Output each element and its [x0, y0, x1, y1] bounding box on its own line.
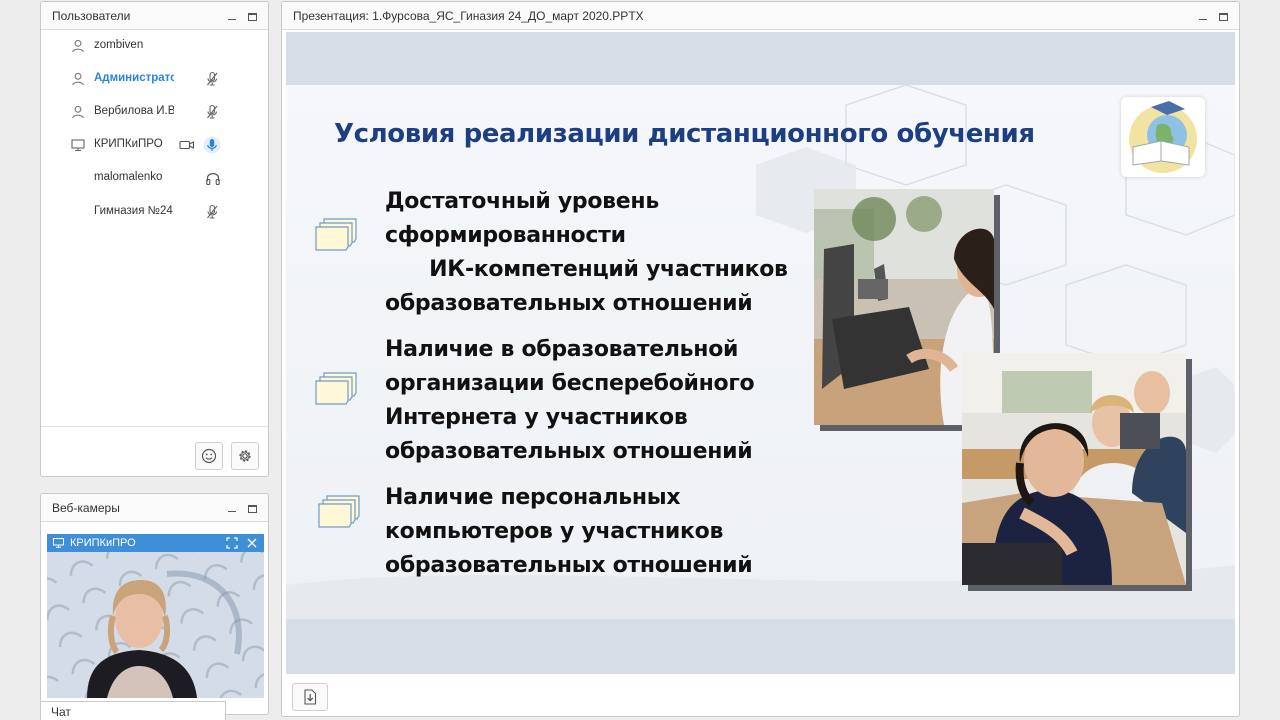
maximize-button[interactable]	[246, 502, 258, 514]
webcam-frame	[47, 534, 264, 698]
minimize-button[interactable]	[226, 10, 238, 22]
minimize-icon	[228, 18, 236, 20]
bullet-cards-icon	[315, 218, 357, 251]
chat-tab-label: Чат	[51, 705, 71, 719]
screen-icon	[53, 538, 64, 548]
bullet-text: Наличие в образовательной организации бе…	[385, 333, 825, 469]
camera-icon[interactable]	[179, 139, 195, 151]
user-name: Вербилова И.В	[94, 105, 174, 117]
bullet-line: Наличие персональных	[385, 485, 681, 510]
maximize-icon	[247, 12, 257, 21]
download-button[interactable]	[292, 683, 328, 711]
maximize-button[interactable]	[1217, 10, 1229, 22]
bullet-line: образовательных отношений	[385, 439, 753, 464]
bullet-cards-icon	[318, 495, 360, 528]
user-row[interactable]: Гимназия №24	[41, 200, 268, 224]
bullet-text: Достаточный уровень сформированности ИК-…	[385, 185, 825, 321]
user-name: Гимназия №24	[94, 205, 173, 217]
chat-tab[interactable]: Чат	[40, 701, 226, 720]
bullet-cards-icon	[315, 372, 357, 405]
minimize-button[interactable]	[226, 502, 238, 514]
photo-students-classroom	[962, 353, 1186, 585]
bullet-text: Наличие персональных компьютеров у участ…	[385, 481, 825, 583]
webcam-panel: Веб-камеры КРИПКиПРО	[40, 493, 269, 715]
presentation-viewport: Условия реализации дистанционного обучен…	[286, 32, 1235, 674]
webcam-stream-title: КРИПКиПРО	[70, 537, 136, 549]
conference-window: Пользователи zombiven Администрато Верби…	[0, 0, 1280, 720]
bullet-line: Достаточный уровень	[385, 189, 659, 214]
users-list: zombiven Администрато Вербилова И.В КРИП…	[41, 30, 268, 424]
webcam-title-bar: КРИПКиПРО	[47, 534, 264, 552]
gear-icon	[239, 450, 251, 462]
settings-button[interactable]	[231, 442, 259, 470]
users-panel-header: Пользователи	[41, 2, 268, 30]
user-icon	[72, 72, 84, 86]
maximize-icon	[247, 504, 257, 513]
emoji-button[interactable]	[195, 442, 223, 470]
user-name: zombiven	[94, 39, 144, 51]
presentation-title: Презентация: 1.Фурсова_ЯС_Гиназия 24_ДО_…	[293, 8, 644, 23]
smiley-icon	[201, 448, 217, 464]
user-row[interactable]: Вербилова И.В	[41, 100, 268, 124]
webcam-video[interactable]: КРИПКиПРО	[47, 534, 264, 698]
user-name: malomalenko	[94, 171, 163, 183]
close-icon[interactable]	[246, 537, 258, 549]
slide-title: Условия реализации дистанционного обучен…	[334, 119, 1035, 149]
users-panel-footer	[41, 426, 268, 476]
mic-active-icon[interactable]	[203, 136, 221, 154]
screen-icon	[71, 139, 85, 152]
maximize-button[interactable]	[246, 10, 258, 22]
bullet-line: сформированности	[385, 223, 626, 248]
minimize-icon	[1199, 18, 1207, 20]
user-row[interactable]: zombiven	[41, 34, 268, 58]
user-icon	[72, 105, 84, 119]
bullet-line: организации бесперебойного	[385, 371, 755, 396]
bullet-line: ИК-компетенций участников	[385, 257, 788, 282]
webcam-panel-title: Веб-камеры	[52, 500, 120, 515]
minimize-button[interactable]	[1197, 10, 1209, 22]
slide-photo-classroom	[962, 353, 1186, 585]
bullet-line: компьютеров у участников	[385, 519, 724, 544]
presentation-footer	[282, 675, 1239, 716]
fullscreen-icon[interactable]	[226, 537, 238, 549]
users-panel: Пользователи zombiven Администрато Верби…	[40, 1, 269, 477]
user-row[interactable]: Администрато	[41, 67, 268, 91]
bullet-line: Интернета у участников	[385, 405, 688, 430]
presentation-panel-header: Презентация: 1.Фурсова_ЯС_Гиназия 24_ДО_…	[282, 2, 1239, 30]
bullet-line: образовательных отношений	[385, 291, 753, 316]
slide: Условия реализации дистанционного обучен…	[286, 85, 1235, 619]
user-row[interactable]: КРИПКиПРО	[41, 133, 268, 157]
user-name: КРИПКиПРО	[94, 138, 163, 150]
user-row[interactable]: malomalenko	[41, 166, 268, 190]
presentation-panel: Презентация: 1.Фурсова_ЯС_Гиназия 24_ДО_…	[281, 1, 1240, 717]
mic-muted-icon[interactable]	[205, 204, 219, 220]
download-icon	[304, 689, 317, 705]
mic-muted-icon[interactable]	[205, 71, 219, 87]
minimize-icon	[228, 510, 236, 512]
user-name: Администрато	[94, 72, 174, 84]
mic-muted-icon[interactable]	[205, 104, 219, 120]
bullet-line: образовательных отношений	[385, 553, 753, 578]
headphones-icon[interactable]	[205, 170, 221, 186]
bullet-line: Наличие в образовательной	[385, 337, 739, 362]
user-icon	[72, 39, 84, 53]
webcam-panel-header: Веб-камеры	[41, 494, 268, 522]
maximize-icon	[1218, 12, 1228, 21]
users-panel-title: Пользователи	[52, 8, 131, 23]
